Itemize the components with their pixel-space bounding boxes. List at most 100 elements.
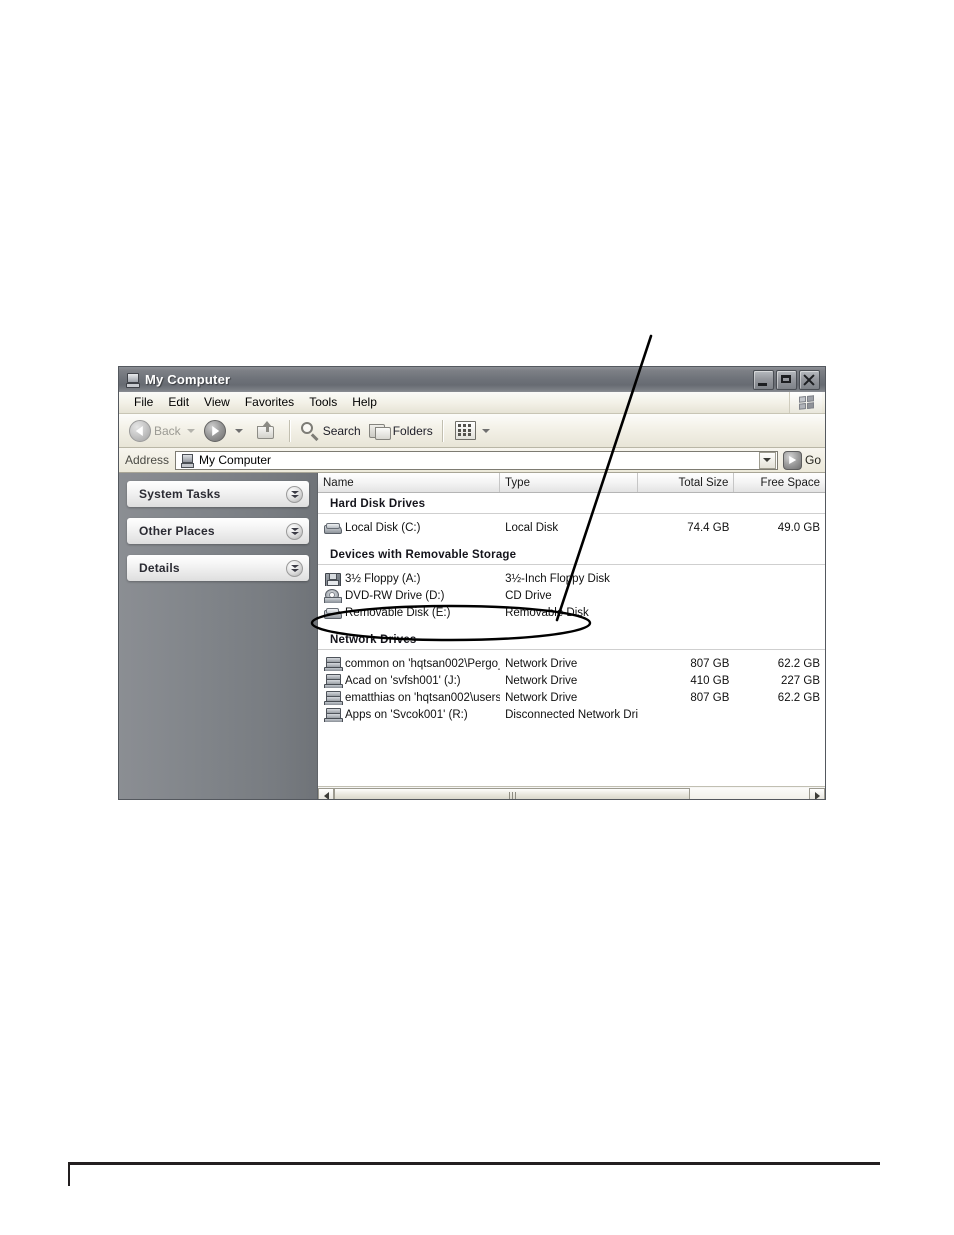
network-drive-icon — [324, 707, 343, 722]
row-name-label: common on 'hqtsan002\Pergo_S... — [345, 657, 500, 670]
table-row[interactable]: Local Disk (C:) Local Disk 74.4 GB 49.0 … — [318, 519, 825, 536]
sidebar-panel-title: Details — [139, 561, 180, 575]
row-name-cell: ematthias on 'hqtsan002\users$'... — [318, 690, 500, 705]
sidebar-panel-details[interactable]: Details — [127, 555, 309, 581]
chevron-double-down-icon[interactable] — [286, 559, 303, 577]
row-total-cell: 74.4 GB — [687, 521, 730, 534]
row-type-cell: Network Drive — [505, 674, 578, 687]
minimize-button[interactable] — [753, 369, 774, 390]
row-name-label: Acad on 'svfsh001' (J:) — [345, 674, 461, 687]
up-button[interactable] — [248, 419, 284, 443]
menu-item-help[interactable]: Help — [345, 394, 385, 411]
row-type-cell: Network Drive — [505, 657, 578, 670]
window-controls — [753, 369, 820, 390]
address-bar: Address My Computer Go — [119, 448, 825, 473]
close-button[interactable] — [799, 369, 820, 390]
go-button-label: Go — [804, 453, 821, 467]
address-input[interactable]: My Computer — [175, 450, 778, 470]
column-header-total-size[interactable]: Total Size — [638, 473, 735, 492]
table-row[interactable]: 3½ Floppy (A:) 3½-Inch Floppy Disk — [318, 570, 825, 587]
menu-item-edit[interactable]: Edit — [161, 394, 197, 411]
menu-bar: File Edit View Favorites Tools Help — [119, 392, 825, 414]
column-header-name[interactable]: Name — [318, 473, 501, 492]
row-name-cell: Apps on 'Svcok001' (R:) — [318, 707, 500, 722]
back-button-label: Back — [154, 423, 181, 438]
window-title: My Computer — [145, 372, 231, 387]
scroll-right-icon[interactable] — [809, 787, 825, 799]
address-label: Address — [125, 453, 170, 467]
search-button-label: Search — [322, 423, 361, 438]
menu-item-favorites[interactable]: Favorites — [238, 394, 302, 411]
row-total-cell: 807 GB — [690, 691, 730, 704]
my-computer-icon — [180, 453, 195, 468]
search-icon — [300, 421, 320, 441]
table-row-removable-disk-e[interactable]: Removable Disk (E:) Removable Disk — [318, 604, 825, 621]
folders-button[interactable]: Folders — [365, 420, 437, 442]
floppy-drive-icon — [324, 572, 341, 586]
sidebar-panel-system-tasks[interactable]: System Tasks — [127, 481, 309, 507]
cd-drive-icon — [324, 588, 342, 603]
horizontal-scrollbar[interactable] — [318, 786, 825, 799]
address-chevron-down-icon[interactable] — [758, 451, 776, 469]
page-footer-tick — [68, 1162, 70, 1186]
row-free-cell: 227 GB — [781, 674, 820, 687]
windows-flag-icon — [789, 392, 822, 413]
navigation-toolbar: Back Search Folders — [119, 414, 825, 448]
network-drive-icon — [324, 656, 343, 671]
my-computer-window: My Computer File Edit View Favorites Too… — [118, 366, 826, 800]
views-chevron-down-icon[interactable] — [481, 428, 490, 433]
menu-item-tools[interactable]: Tools — [302, 394, 345, 411]
back-button[interactable]: Back — [125, 418, 185, 444]
row-total-cell: 807 GB — [690, 657, 730, 670]
row-name-cell: Removable Disk (E:) — [318, 606, 500, 620]
column-header-free-space[interactable]: Free Space — [734, 473, 825, 492]
row-free-cell: 62.2 GB — [777, 691, 820, 704]
scrollbar-thumb[interactable] — [334, 787, 691, 799]
row-name-cell: common on 'hqtsan002\Pergo_S... — [318, 656, 500, 671]
search-button[interactable]: Search — [296, 419, 365, 443]
back-history-chevron-down-icon[interactable] — [186, 428, 195, 433]
scroll-left-icon[interactable] — [318, 787, 334, 799]
column-header-row: Name Type Total Size Free Space — [318, 473, 825, 493]
window-titlebar: My Computer — [119, 367, 825, 392]
maximize-button[interactable] — [776, 369, 797, 390]
menu-item-view[interactable]: View — [197, 394, 238, 411]
table-row[interactable]: Apps on 'Svcok001' (R:) Disconnected Net… — [318, 706, 825, 723]
row-total-cell: 410 GB — [690, 674, 730, 687]
forward-history-chevron-down-icon[interactable] — [234, 428, 243, 433]
up-folder-icon — [256, 420, 276, 441]
row-type-cell: Network Drive — [505, 691, 578, 704]
group-header-network-drives[interactable]: Network Drives — [318, 630, 825, 650]
toolbar-separator-2 — [441, 419, 444, 442]
task-pane-sidebar: System Tasks Other Places Details — [119, 473, 318, 799]
row-type-cell: Disconnected Network Drive — [505, 708, 638, 721]
views-button[interactable] — [449, 419, 480, 442]
group-header-removable-storage[interactable]: Devices with Removable Storage — [318, 545, 825, 565]
file-list-pane: Name Type Total Size Free Space Hard Dis… — [318, 473, 825, 799]
column-header-type[interactable]: Type — [500, 473, 638, 492]
row-free-cell: 49.0 GB — [777, 521, 820, 534]
sidebar-panel-title: Other Places — [139, 524, 215, 538]
row-type-cell: Local Disk — [505, 521, 559, 534]
forward-arrow-icon — [203, 419, 226, 442]
window-body: System Tasks Other Places Details Name T… — [119, 473, 825, 799]
row-name-label: Removable Disk (E:) — [345, 606, 451, 619]
page-footer-rule — [68, 1162, 880, 1165]
row-name-cell: Acad on 'svfsh001' (J:) — [318, 673, 500, 688]
chevron-double-down-icon[interactable] — [286, 522, 303, 540]
go-button[interactable]: Go — [782, 450, 821, 470]
row-free-cell: 62.2 GB — [777, 657, 820, 670]
my-computer-icon — [124, 372, 140, 388]
forward-button[interactable] — [200, 418, 233, 444]
network-drive-icon — [324, 690, 343, 705]
table-row[interactable]: DVD-RW Drive (D:) CD Drive — [318, 587, 825, 604]
table-row[interactable]: common on 'hqtsan002\Pergo_S... Network … — [318, 655, 825, 672]
group-header-hard-disk-drives[interactable]: Hard Disk Drives — [318, 494, 825, 514]
menu-item-file[interactable]: File — [127, 394, 161, 411]
sidebar-panel-other-places[interactable]: Other Places — [127, 518, 309, 544]
scrollbar-track[interactable] — [334, 787, 809, 799]
row-name-label: ematthias on 'hqtsan002\users$'... — [345, 691, 500, 704]
chevron-double-down-icon[interactable] — [286, 485, 303, 503]
table-row[interactable]: Acad on 'svfsh001' (J:) Network Drive 41… — [318, 672, 825, 689]
table-row[interactable]: ematthias on 'hqtsan002\users$'... Netwo… — [318, 689, 825, 706]
